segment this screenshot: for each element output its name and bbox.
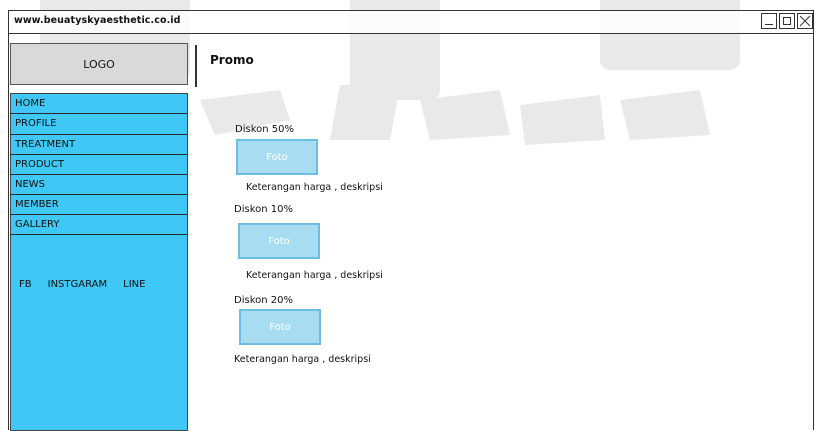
sidebar-item-home[interactable]: HOME [11,94,187,114]
sidebar-item-news[interactable]: NEWS [11,175,187,195]
logo-label: LOGO [83,57,115,71]
promo-photo-label: Foto [268,235,290,247]
promo-description: Keterangan harga , deskripsi [246,182,383,193]
header-divider [195,45,197,87]
social-link-line[interactable]: LINE [123,279,145,290]
url-text: www.beuatyskyaesthetic.co.id [14,15,181,26]
window-controls [761,13,813,29]
minimize-button[interactable] [761,13,777,29]
promo-photo-label: Foto [266,151,288,163]
promo-description: Keterangan harga , deskripsi [246,270,383,281]
promo-description: Keterangan harga , deskripsi [234,354,371,365]
close-button[interactable] [797,13,813,29]
maximize-button[interactable] [779,13,795,29]
promo-photo[interactable]: Foto [239,309,321,345]
sidebar: HOME PROFILE TREATMENT PRODUCT NEWS MEMB… [10,93,188,431]
sidebar-item-treatment[interactable]: TREATMENT [11,135,187,155]
social-link-instagram[interactable]: INSTGARAM [48,279,108,290]
sidebar-item-profile[interactable]: PROFILE [11,114,187,135]
promo-photo[interactable]: Foto [236,139,318,175]
promo-title: Diskon 20% [234,295,293,306]
logo[interactable]: LOGO [10,43,188,85]
sidebar-item-gallery[interactable]: GALLERY [11,215,187,235]
close-icon [799,15,811,27]
promo-photo-label: Foto [269,321,291,333]
sidebar-item-member[interactable]: MEMBER [11,195,187,215]
social-links: FB INSTGARAM LINE [19,279,145,290]
promo-title: Diskon 50% [235,124,294,135]
title-bar: www.beuatyskyaesthetic.co.id [9,11,813,34]
promo-photo[interactable]: Foto [238,223,320,259]
promo-title: Diskon 10% [234,204,293,215]
social-link-fb[interactable]: FB [19,279,32,290]
sidebar-item-product[interactable]: PRODUCT [11,155,187,175]
browser-window: www.beuatyskyaesthetic.co.id LOGO Promo … [8,10,814,431]
page-title: Promo [210,53,254,67]
